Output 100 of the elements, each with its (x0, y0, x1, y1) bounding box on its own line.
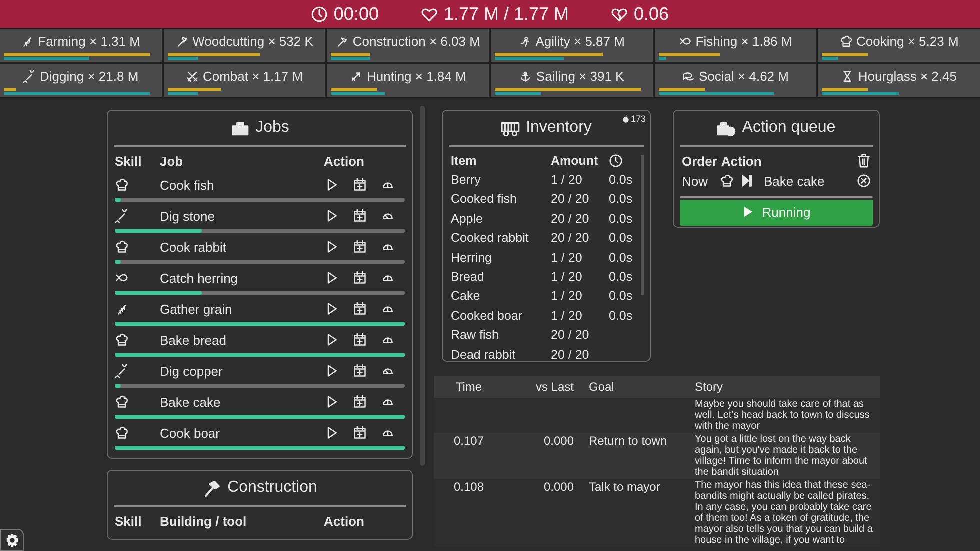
skill-icon (519, 70, 532, 83)
item-time: 0.0s (609, 231, 634, 246)
item-name: Cake (451, 289, 482, 304)
panel-title: Construction (228, 479, 318, 497)
job-name: Gather grain (160, 302, 234, 316)
skill-icon (115, 364, 129, 378)
item-name: Cooked boar (451, 308, 524, 323)
calendar-add-icon[interactable] (353, 426, 367, 440)
rate-text: 0.06 (634, 4, 670, 24)
table-cell: 0.000 (544, 480, 574, 494)
skill-label: Cooking × 5.23 M (856, 34, 959, 49)
skill-icon (115, 240, 129, 254)
item-time: 0.0s (609, 250, 634, 265)
skill-icon (336, 35, 349, 48)
play-icon[interactable] (325, 178, 339, 192)
skill-label: Construction × 6.03 M (352, 34, 480, 49)
settings-button[interactable] (0, 529, 24, 551)
item-amount: 1 / 20 (551, 250, 584, 265)
table-cell: Return to town (589, 434, 668, 448)
skill-tile[interactable]: Woodcutting × 532 K (164, 29, 326, 62)
skill-tile[interactable]: Fishing × 1.86 M (654, 29, 816, 62)
item-time: 0.0s (609, 308, 634, 323)
column-header: vs Last (534, 380, 575, 394)
skill-label: Agility × 5.87 M (536, 34, 625, 49)
skill-label: Woodcutting × 532 K (192, 34, 314, 49)
column-header: Skill (115, 154, 143, 168)
calendar-add-icon[interactable] (353, 364, 367, 378)
scrollbar[interactable] (640, 155, 644, 295)
job-name: Cook rabbit (160, 240, 228, 254)
play-icon[interactable] (325, 364, 339, 378)
skill-tile[interactable]: Social × 4.62 M (654, 64, 816, 97)
job-name: Dig stone (160, 208, 216, 224)
play-icon[interactable] (325, 395, 339, 409)
queue-action: Bake cake (764, 174, 825, 188)
skill-icon (678, 35, 692, 48)
queue-order: Now (682, 174, 708, 188)
skill-icon (720, 174, 734, 188)
skill-label: Fishing × 1.86 M (696, 34, 792, 49)
scrollbar[interactable] (420, 106, 425, 466)
skill-tile[interactable]: Construction × 6.03 M (327, 29, 489, 62)
apple-icon (622, 115, 630, 123)
skill-icon (115, 209, 129, 223)
item-amount: 20 / 20 (551, 212, 590, 226)
play-icon[interactable] (325, 333, 339, 347)
skill-tile[interactable]: Digging × 21.8 M (0, 64, 162, 97)
skill-icon (518, 35, 532, 48)
column-header: Time (454, 380, 484, 394)
job-name: Catch herring (160, 270, 240, 286)
skill-icon (350, 70, 363, 83)
item-time: 0.0s (609, 212, 634, 226)
skill-tile[interactable]: Farming × 1.31 M (0, 29, 162, 62)
calendar-add-icon[interactable] (353, 333, 367, 347)
play-icon[interactable] (325, 426, 339, 440)
play-icon[interactable] (325, 271, 339, 285)
skill-tile[interactable]: Hunting × 1.84 M (327, 64, 489, 97)
job-name: Bake cake (160, 394, 222, 410)
skill-icon (115, 333, 129, 347)
item-count: 173 (622, 114, 646, 124)
skill-icon (176, 35, 189, 48)
skill-tile[interactable]: Cooking × 5.23 M (818, 29, 980, 62)
item-name: Cooked rabbit (451, 231, 530, 246)
column-header: Action (721, 154, 762, 168)
skill-icon (115, 302, 129, 316)
skill-icon (115, 426, 129, 440)
calendar-add-icon[interactable] (353, 209, 367, 223)
skill-tile[interactable]: Sailing × 391 K (491, 64, 653, 97)
table-cell: Talk to mayor (589, 480, 660, 494)
skill-tile[interactable]: Hourglass × 2.45 (818, 64, 980, 97)
heart-icon (420, 6, 438, 22)
trash-icon[interactable] (857, 154, 871, 168)
skill-tile[interactable]: Agility × 5.87 M (491, 29, 653, 62)
item-amount: 20 / 20 (551, 231, 590, 246)
skill-tile[interactable]: Combat × 1.17 M (164, 64, 326, 97)
skill-icon (21, 35, 34, 48)
item-amount: 1 / 20 (551, 308, 584, 323)
column-header: Building / tool (160, 514, 248, 528)
skill-icon (115, 395, 129, 409)
play-icon[interactable] (325, 302, 339, 316)
item-amount: 20 / 20 (551, 192, 590, 206)
calendar-add-icon[interactable] (353, 240, 367, 254)
close-icon[interactable] (857, 174, 871, 188)
column-header: Job (160, 154, 184, 168)
play-icon[interactable] (325, 240, 339, 254)
play-icon[interactable] (325, 209, 339, 223)
toolbox-clock-icon (717, 120, 736, 136)
column-header: Amount (551, 154, 600, 168)
column-header: Story (695, 380, 724, 394)
calendar-add-icon[interactable] (353, 302, 367, 316)
skill-label: Sailing × 391 K (536, 69, 624, 84)
timer-text: 00:00 (334, 4, 379, 24)
calendar-add-icon[interactable] (353, 178, 367, 192)
calendar-add-icon[interactable] (353, 271, 367, 285)
job-name: Cook boar (160, 426, 221, 440)
calendar-add-icon[interactable] (353, 395, 367, 409)
story-text: Maybe you should take care of that as well. Let's head back to town to discuss with the mayor (695, 399, 871, 432)
table-cell: 0.107 (454, 434, 484, 448)
skill-icon (841, 70, 854, 83)
skill-icon (23, 70, 36, 83)
item-time: 0.0s (609, 173, 634, 188)
clock-icon (609, 154, 623, 168)
